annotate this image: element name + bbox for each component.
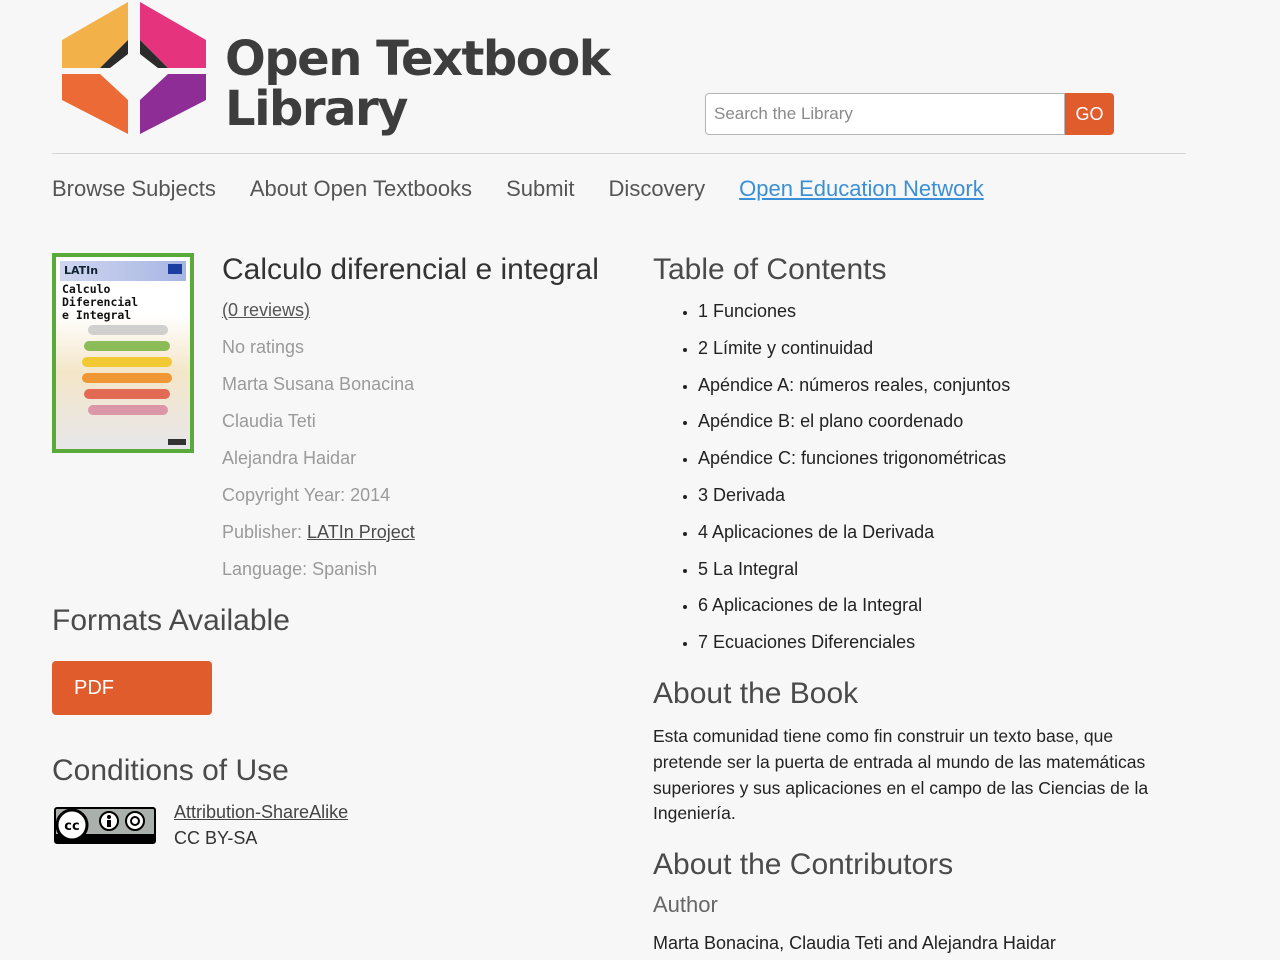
author-label: Author [653, 892, 718, 917]
copyright-year: Copyright Year: 2014 [222, 485, 391, 505]
site-name-line2: Library [225, 81, 408, 137]
toc-item: Apéndice C: funciones trigonométricas [698, 447, 1010, 484]
pdf-download-button[interactable]: PDF [52, 661, 212, 715]
language-info: Language: Spanish [222, 559, 378, 579]
toc-item: Apéndice B: el plano coordenado [698, 410, 1010, 447]
toc-item: 5 La Integral [698, 558, 1010, 595]
eu-flag-icon [168, 264, 182, 274]
toc-item: 4 Aplicaciones de la Derivada [698, 521, 1010, 558]
cover-banner: LATIn [60, 261, 186, 281]
conditions-heading: Conditions of Use [52, 754, 289, 787]
book-cover: LATIn Calculo Diferencial e Integral [52, 253, 194, 453]
nav-discovery[interactable]: Discovery [609, 176, 706, 202]
cover-logo: LATIn [64, 264, 99, 277]
contributors-heading: About the Contributors [653, 848, 954, 881]
contributors-authors: Marta Bonacina, Claudia Teti and Alejand… [653, 933, 1056, 953]
nav-open-education-network[interactable]: Open Education Network [739, 176, 984, 202]
cc-by-sa-icon[interactable]: cc [54, 807, 156, 844]
license-link[interactable]: Attribution-ShareAlike [174, 802, 348, 823]
nav-about-open-textbooks[interactable]: About Open Textbooks [250, 176, 472, 202]
author-name: Marta Susana Bonacina [222, 374, 415, 394]
about-book-heading: About the Book [653, 677, 859, 710]
publisher-link[interactable]: LATIn Project [307, 522, 415, 542]
search-form: GO [705, 93, 1114, 135]
about-book-text: Esta comunidad tiene como fin construir … [653, 726, 1149, 824]
toc-list: 1 Funciones 2 Límite y continuidad Apénd… [676, 300, 1010, 668]
library-logo-icon[interactable] [62, 2, 210, 134]
toc-item: 3 Derivada [698, 484, 1010, 521]
site-name-line1: Open Textbook [225, 31, 611, 87]
svg-text:cc: cc [64, 819, 79, 834]
publisher-label: Publisher: [222, 522, 308, 542]
cover-license-mark [168, 439, 186, 445]
ratings-text: No ratings [222, 337, 305, 357]
search-input[interactable] [705, 93, 1065, 135]
nav-submit[interactable]: Submit [506, 176, 574, 202]
license-code: CC BY-SA [174, 828, 258, 848]
nav-browse-subjects[interactable]: Browse Subjects [52, 176, 216, 202]
main-nav: Browse Subjects About Open Textbooks Sub… [52, 176, 1018, 202]
site-name[interactable]: Open Textbook Library [225, 31, 611, 137]
publisher-info: Publisher: LATIn Project [222, 522, 415, 543]
toc-item: 6 Aplicaciones de la Integral [698, 594, 1010, 631]
formats-heading: Formats Available [52, 604, 290, 637]
author-name: Claudia Teti [222, 411, 316, 431]
header-divider [52, 153, 1186, 154]
cover-title-line1: Calculo Diferencial [62, 282, 139, 309]
search-go-button[interactable]: GO [1065, 93, 1114, 135]
author-name: Alejandra Haidar [222, 448, 357, 468]
toc-item: 7 Ecuaciones Diferenciales [698, 631, 1010, 668]
toc-item: Apéndice A: números reales, conjuntos [698, 374, 1010, 411]
toc-heading: Table of Contents [653, 253, 887, 286]
toc-item: 2 Límite y continuidad [698, 337, 1010, 374]
reviews-link[interactable]: (0 reviews) [222, 300, 310, 320]
book-title: Calculo diferencial e integral [222, 253, 599, 286]
abacus-icon [82, 325, 172, 415]
toc-item: 1 Funciones [698, 300, 1010, 337]
cover-title: Calculo Diferencial e Integral [62, 283, 190, 322]
